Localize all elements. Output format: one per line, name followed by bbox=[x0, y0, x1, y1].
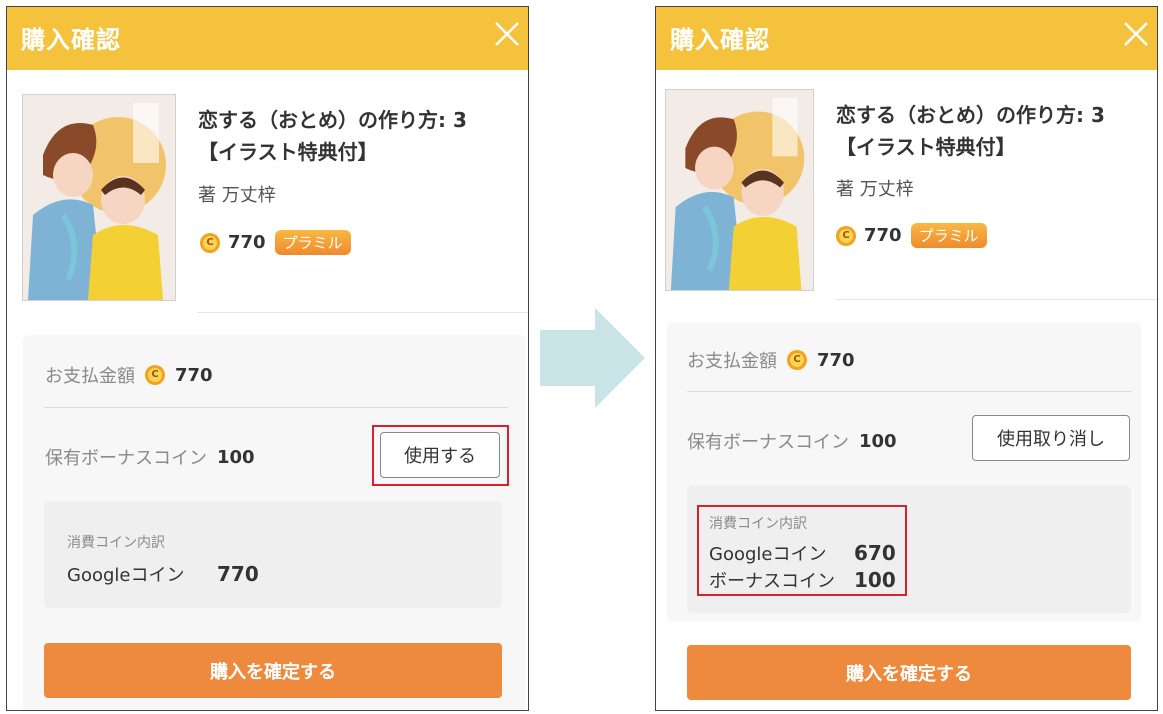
payment-label: お支払金額 bbox=[687, 351, 777, 372]
breakdown-label: Googleコイン bbox=[67, 565, 185, 586]
price-value: 770 bbox=[864, 225, 902, 246]
bonus-coin-amount: 100 bbox=[217, 446, 255, 468]
coin-icon: C bbox=[145, 365, 165, 385]
bonus-coin-amount: 100 bbox=[859, 430, 897, 452]
book-author: 著 万丈梓 bbox=[198, 185, 276, 206]
purchase-dialog-after: 購入確認 恋する（おとめ）の作り方: 3 【イラスト特典付】 著 万丈梓 C 7… bbox=[655, 6, 1158, 711]
close-icon[interactable] bbox=[493, 20, 521, 48]
coin-icon: C bbox=[836, 225, 856, 246]
dialog-title: 購入確認 bbox=[670, 26, 770, 54]
purchase-dialog-before: 購入確認 恋する（おとめ）の作り方: 3 【イラスト特典付】 著 万丈梓 C 7… bbox=[6, 6, 529, 711]
coin-breakdown bbox=[44, 501, 502, 608]
divider bbox=[836, 299, 1157, 300]
bonus-coin-row: 保有ボーナスコイン 100 bbox=[687, 428, 897, 454]
book-title: 恋する（おとめ）の作り方: 3 【イラスト特典付】 bbox=[836, 103, 1105, 159]
confirm-purchase-button[interactable]: 購入を確定する bbox=[687, 645, 1131, 700]
book-price: C 770 プラミル bbox=[836, 223, 987, 248]
payment-amount-row: お支払金額 C 770 bbox=[45, 362, 213, 388]
dialog-header: 購入確認 bbox=[7, 7, 528, 70]
pramil-badge: プラミル bbox=[910, 223, 987, 248]
book-title: 恋する（おとめ）の作り方: 3 【イラスト特典付】 bbox=[198, 108, 467, 164]
payment-amount: 770 bbox=[817, 349, 855, 371]
arrow-right-icon bbox=[540, 308, 645, 408]
cancel-bonus-button[interactable]: 使用取り消し bbox=[972, 415, 1130, 461]
divider bbox=[687, 391, 1131, 392]
use-bonus-button[interactable]: 使用する bbox=[380, 432, 500, 478]
close-icon[interactable] bbox=[1122, 20, 1150, 48]
dialog-title: 購入確認 bbox=[21, 26, 121, 54]
payment-amount-row: お支払金額 C 770 bbox=[687, 347, 855, 373]
book-cover-image bbox=[665, 89, 814, 291]
breakdown-caption: 消費コイン内訳 bbox=[67, 535, 165, 551]
bonus-coin-label: 保有ボーナスコイン bbox=[687, 432, 849, 453]
highlight-box bbox=[697, 505, 907, 596]
dialog-header: 購入確認 bbox=[656, 7, 1157, 70]
book-cover-image bbox=[22, 94, 176, 301]
price-value: 770 bbox=[228, 232, 266, 253]
payment-label: お支払金額 bbox=[45, 366, 135, 387]
payment-amount: 770 bbox=[175, 364, 213, 386]
book-author: 著 万丈梓 bbox=[836, 179, 914, 200]
divider bbox=[197, 312, 528, 313]
coin-icon: C bbox=[200, 232, 220, 253]
book-price: C 770 プラミル bbox=[200, 230, 351, 255]
bonus-coin-label: 保有ボーナスコイン bbox=[45, 448, 207, 469]
breakdown-value: 770 bbox=[217, 562, 259, 586]
bonus-coin-row: 保有ボーナスコイン 100 bbox=[45, 444, 255, 470]
breakdown-row: Googleコイン 770 bbox=[67, 561, 259, 587]
pramil-badge: プラミル bbox=[274, 230, 351, 255]
confirm-purchase-button[interactable]: 購入を確定する bbox=[44, 643, 502, 698]
coin-icon: C bbox=[787, 350, 807, 370]
divider bbox=[44, 407, 508, 408]
